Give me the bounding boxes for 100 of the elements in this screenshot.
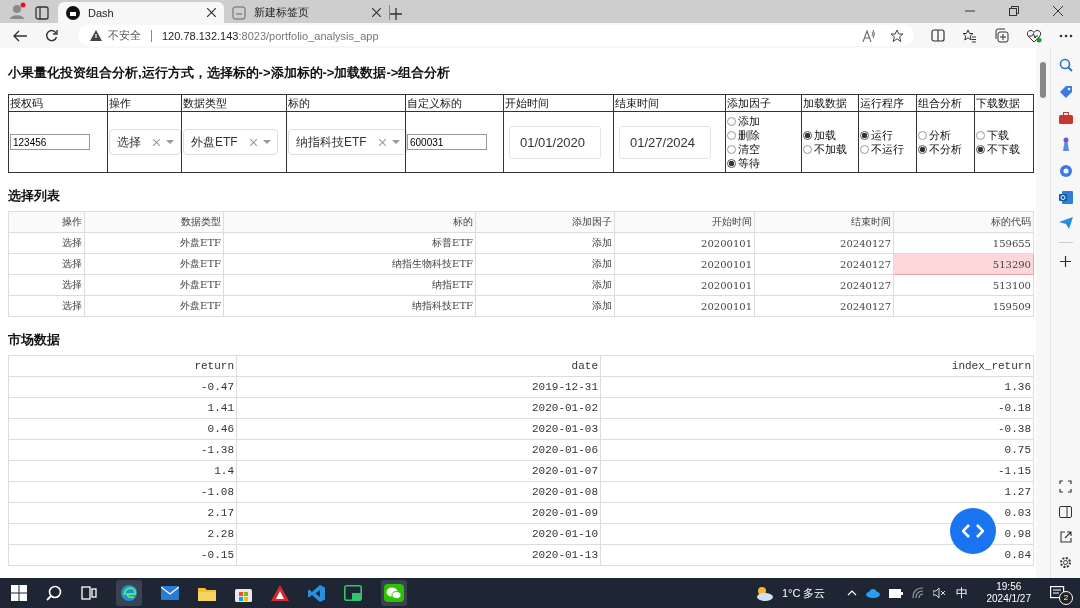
- table-cell: 外盘ETF: [84, 274, 224, 296]
- read-aloud-icon[interactable]: [862, 29, 876, 42]
- chevron-up-icon[interactable]: [846, 590, 857, 596]
- clear-icon[interactable]: [378, 138, 386, 146]
- address-field[interactable]: 不安全 120.78.132.143:8023/portfolio_analysis_app: [78, 25, 914, 46]
- radio-label: 下载: [987, 128, 1009, 142]
- text-input[interactable]: 123456: [10, 134, 90, 150]
- text-input[interactable]: 600031: [407, 134, 487, 150]
- table-cell: 选择: [8, 274, 85, 296]
- cloud-icon[interactable]: [865, 588, 880, 598]
- caret-icon[interactable]: [262, 140, 271, 144]
- send-icon[interactable]: [1058, 217, 1073, 229]
- radio-button[interactable]: [727, 144, 736, 154]
- collections-icon[interactable]: [994, 28, 1009, 43]
- clear-icon[interactable]: [249, 138, 257, 146]
- windows-logo-icon[interactable]: [11, 585, 27, 601]
- close-icon[interactable]: [372, 8, 381, 17]
- sidebar-icon[interactable]: [1059, 506, 1072, 518]
- split-screen-icon[interactable]: [931, 29, 945, 42]
- favorites-icon[interactable]: [962, 28, 977, 43]
- browser-taskbar-button[interactable]: [116, 580, 142, 606]
- chat-taskbar-button[interactable]: [381, 580, 407, 606]
- screenshot-icon[interactable]: [1059, 480, 1072, 493]
- page-icon: [232, 5, 246, 20]
- date-field[interactable]: 01/27/2024: [619, 125, 711, 159]
- table-cell: 添加: [475, 232, 615, 254]
- radio-label: 加载: [814, 128, 836, 142]
- more-icon[interactable]: [1059, 33, 1073, 38]
- warning-icon: [90, 30, 102, 41]
- table-cell: 2020-01-02: [236, 397, 601, 419]
- favorite-star-icon[interactable]: [890, 28, 904, 43]
- weather-text[interactable]: 1°C 多云: [781, 585, 826, 601]
- toolbox-icon[interactable]: [1058, 112, 1073, 124]
- app-icon[interactable]: [271, 585, 289, 601]
- plus-icon[interactable]: [1060, 256, 1071, 267]
- column-header: 授权码: [10, 96, 43, 109]
- close-icon[interactable]: [1053, 6, 1063, 16]
- weather-cloud-icon[interactable]: [754, 585, 773, 601]
- radio-button[interactable]: [976, 130, 985, 140]
- code-toggle-button[interactable]: [950, 508, 996, 554]
- tag-icon[interactable]: [1058, 85, 1073, 99]
- mail-icon[interactable]: [161, 586, 179, 600]
- radio-button[interactable]: [860, 130, 869, 140]
- clock-date[interactable]: 2024/1/27: [986, 593, 1031, 605]
- section-title: 选择列表: [8, 188, 61, 204]
- settings-icon[interactable]: [1059, 556, 1072, 569]
- radio-button[interactable]: [918, 130, 927, 140]
- browser-tab[interactable]: 新建标签页: [224, 5, 390, 20]
- terminal-icon[interactable]: [344, 585, 362, 601]
- back-icon[interactable]: [13, 29, 27, 42]
- battery-icon[interactable]: [888, 588, 903, 598]
- table-cell: -1.08: [8, 481, 237, 503]
- refresh-icon[interactable]: [45, 29, 58, 42]
- mail-icon[interactable]: [1058, 191, 1073, 204]
- table-cell: 标普ETF: [223, 232, 476, 254]
- radio-label: 分析: [929, 128, 951, 142]
- radio-label: 运行: [871, 128, 893, 142]
- radio-label: 等待: [738, 156, 760, 170]
- clear-icon[interactable]: [153, 138, 160, 146]
- radio-button[interactable]: [727, 130, 736, 140]
- health-icon[interactable]: [1026, 28, 1042, 43]
- radio-button[interactable]: [803, 144, 812, 154]
- radio-button[interactable]: [803, 130, 812, 140]
- radio-button[interactable]: [860, 144, 869, 154]
- new-tab-icon[interactable]: [390, 8, 402, 20]
- browser-tab[interactable]: Dash: [58, 2, 224, 23]
- table-cell: 选择: [8, 295, 85, 317]
- table-cell: 外盘ETF: [84, 295, 224, 317]
- dropdown[interactable]: 外盘ETF: [183, 129, 278, 155]
- notification-button[interactable]: 2: [1050, 583, 1070, 603]
- close-icon[interactable]: [207, 8, 216, 17]
- muted-speaker-icon[interactable]: [932, 588, 947, 598]
- profile-icon[interactable]: [8, 2, 26, 20]
- code-editor-icon[interactable]: [308, 584, 325, 602]
- scrollbar[interactable]: [1036, 48, 1050, 578]
- radio-button[interactable]: [918, 144, 927, 154]
- table-cell: 159509: [893, 295, 1034, 317]
- radio-button[interactable]: [727, 116, 736, 126]
- radio-button[interactable]: [976, 144, 985, 154]
- column-header: 自定义标的: [407, 96, 462, 109]
- folder-icon[interactable]: [198, 585, 216, 601]
- tab-actions-icon[interactable]: [35, 6, 49, 20]
- date-field[interactable]: 01/01/2020: [509, 125, 601, 159]
- dropdown[interactable]: 纳指科技ETF: [288, 129, 407, 155]
- section-title: 市场数据: [8, 332, 61, 348]
- caret-icon[interactable]: [166, 140, 174, 144]
- clock-time[interactable]: 19:56: [996, 581, 1022, 593]
- dropdown[interactable]: 选择: [109, 129, 181, 155]
- search-icon[interactable]: [46, 585, 62, 601]
- external-link-icon[interactable]: [1059, 531, 1072, 543]
- table-cell: 添加: [475, 295, 615, 317]
- circle-icon[interactable]: [1058, 164, 1073, 178]
- table-cell: 选择: [8, 232, 85, 254]
- radio-button[interactable]: [727, 158, 736, 168]
- input-method-indicator[interactable]: 中: [955, 584, 968, 602]
- restore-icon[interactable]: [1009, 6, 1019, 16]
- column-header: 添加因子: [727, 96, 771, 109]
- wifi-icon[interactable]: [911, 587, 924, 599]
- task-view-icon[interactable]: [81, 586, 97, 600]
- caret-icon[interactable]: [391, 140, 400, 144]
